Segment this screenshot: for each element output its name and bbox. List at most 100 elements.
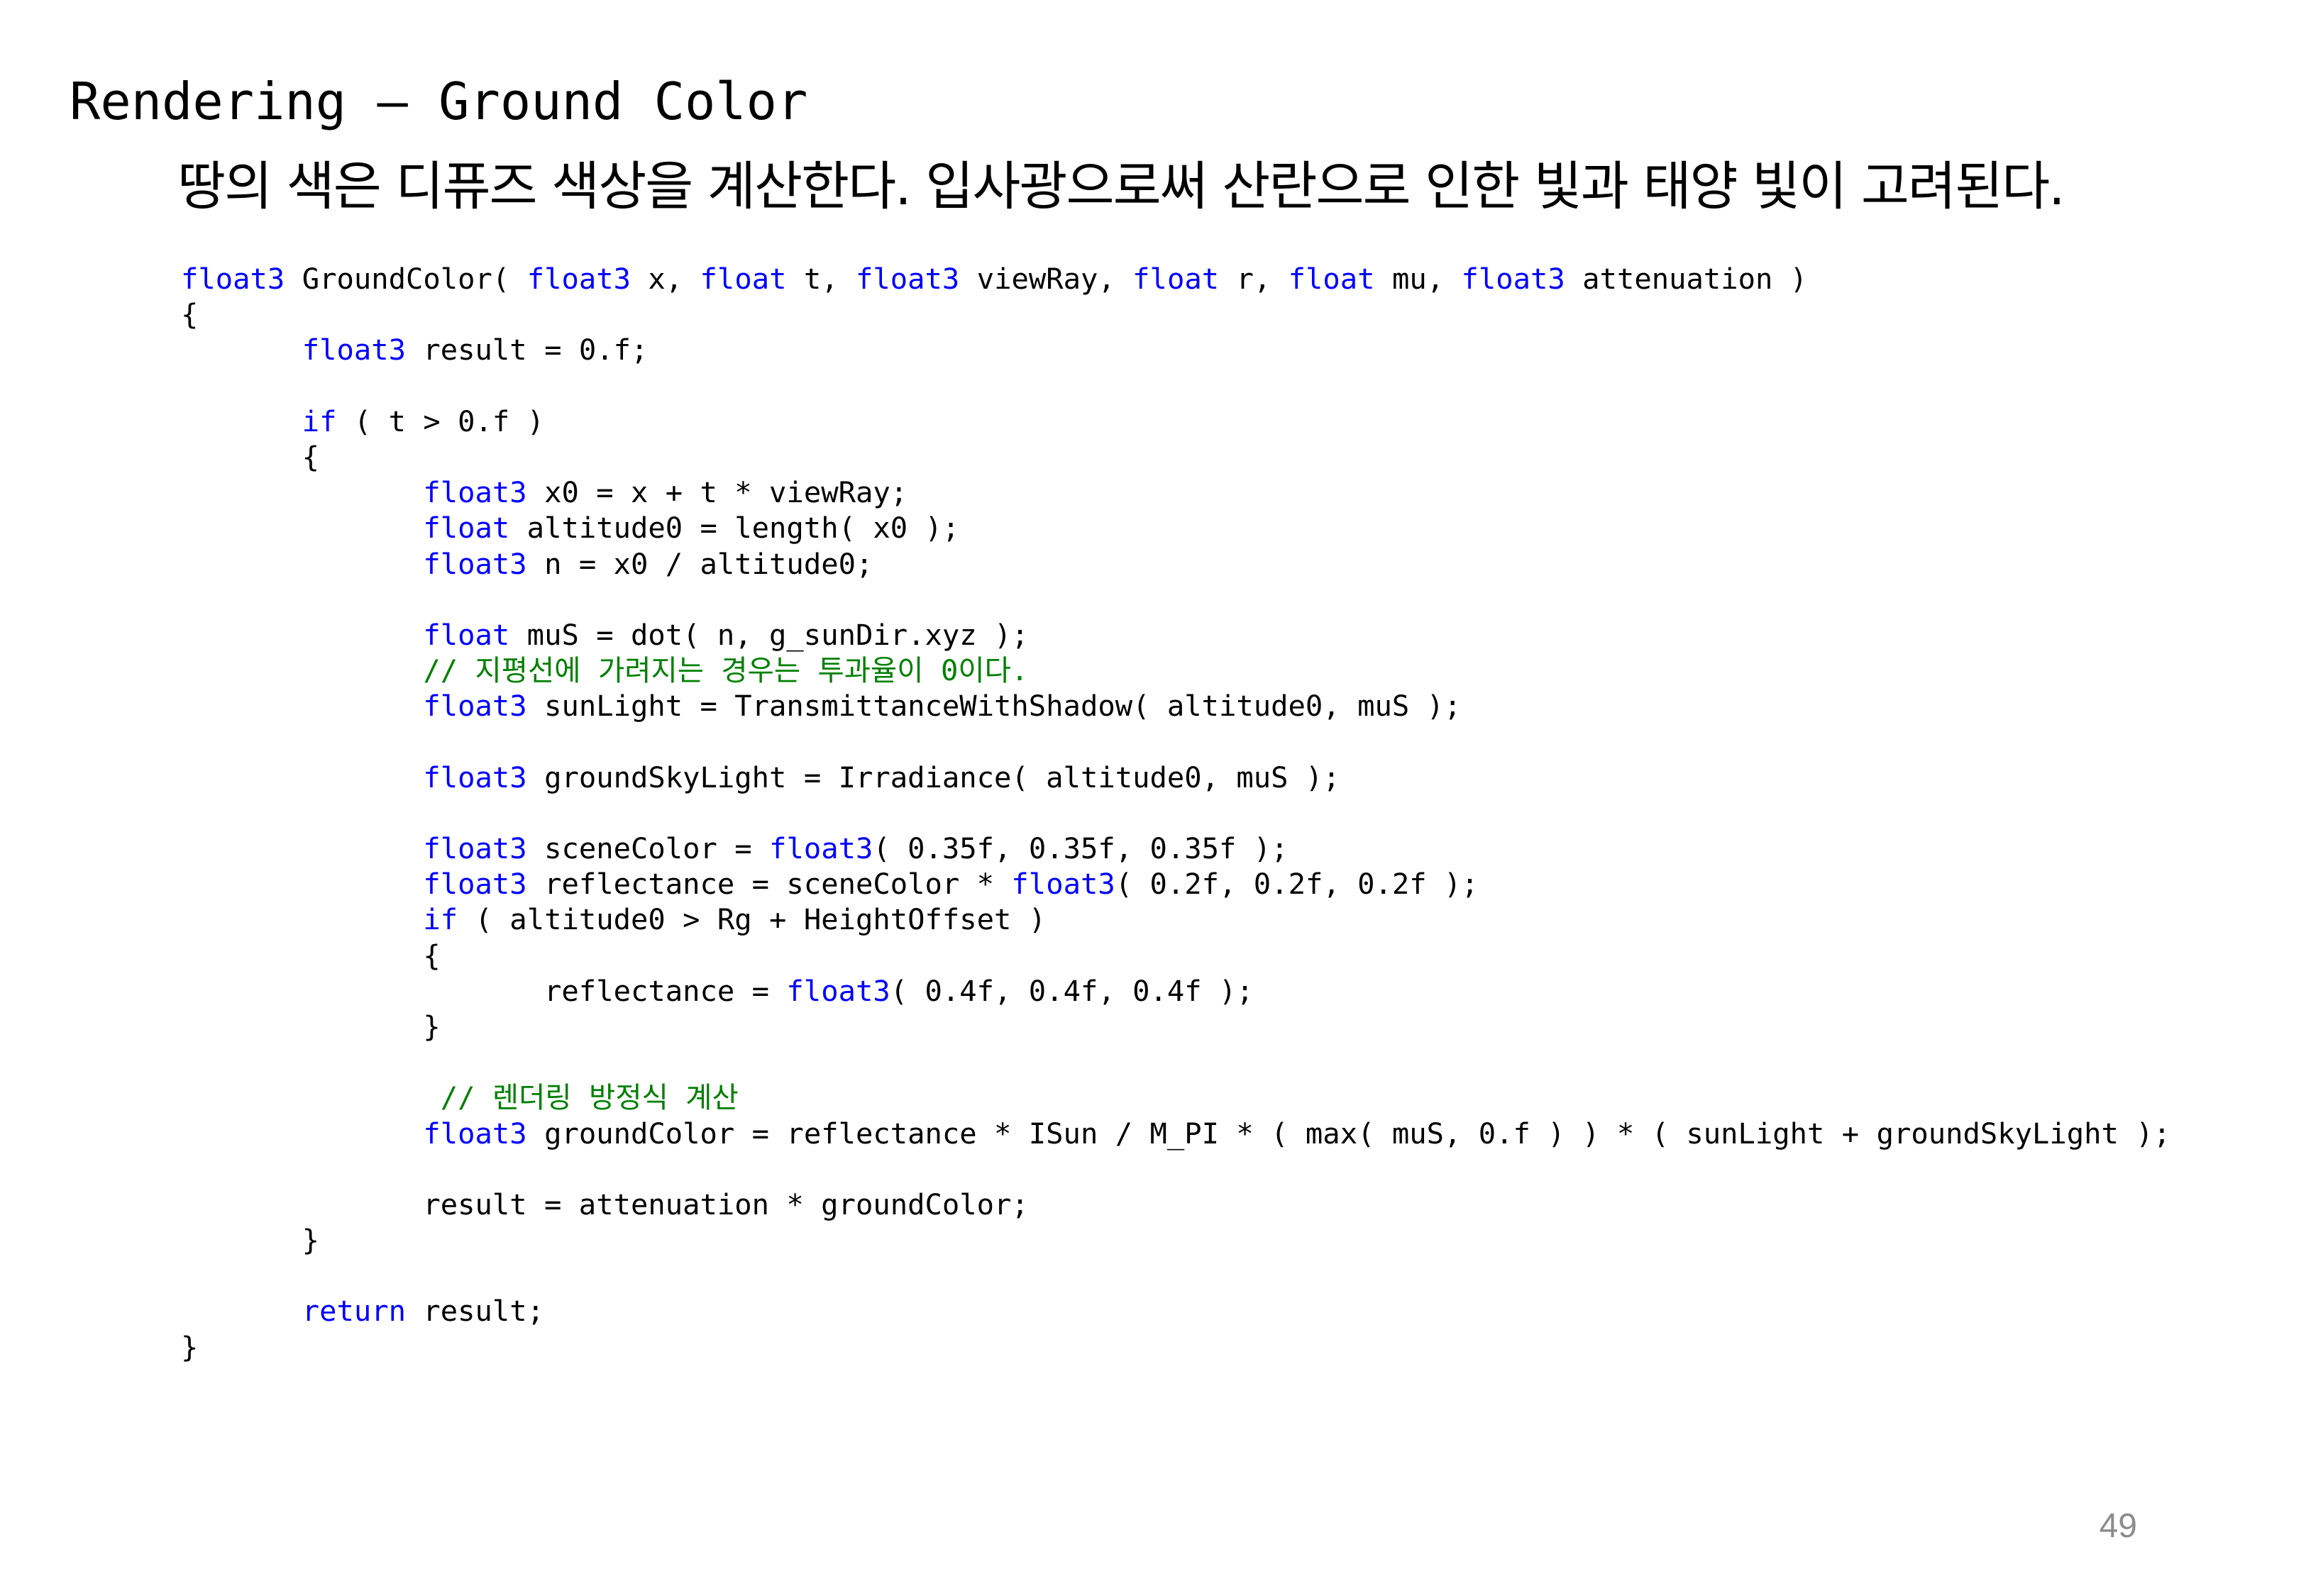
code-text: groundColor = reflectance * ISun / M_PI … xyxy=(526,1116,2171,1151)
code-text: GroundColor( xyxy=(285,262,527,296)
code-keyword: float3 xyxy=(786,973,890,1008)
code-line: ​ xyxy=(181,1258,2170,1293)
code-text: sceneColor = xyxy=(526,831,770,865)
code-text: ( 0.2f, 0.2f, 0.2f ); xyxy=(1115,867,1479,902)
code-text: x, xyxy=(631,262,700,296)
code-text: ( altitude0 > Rg + HeightOffset ) xyxy=(458,902,1047,937)
code-line: float3 sunLight = TransmittanceWithShado… xyxy=(181,688,2170,724)
code-text: muS = dot( n, g_sunDir.xyz ); xyxy=(509,617,1029,652)
code-line: ​ xyxy=(181,1151,2170,1187)
code-line: // 렌더링 방정식 계산 xyxy=(181,1080,2170,1115)
code-text: } xyxy=(181,1223,320,1258)
code-line: { xyxy=(181,439,2170,475)
code-line: float muS = dot( n, g_sunDir.xyz ); xyxy=(181,617,2170,653)
code-keyword: float xyxy=(700,262,787,296)
code-text: result = attenuation * groundColor; xyxy=(181,1187,1029,1221)
code-text: sunLight = TransmittanceWithShadow( alti… xyxy=(526,689,1462,724)
code-keyword: if xyxy=(423,902,458,937)
code-line: if ( t > 0.f ) xyxy=(181,404,2170,439)
slide-title: Rendering – Ground Color xyxy=(70,72,808,131)
code-keyword: float3 xyxy=(423,475,527,510)
code-line: if ( altitude0 > Rg + HeightOffset ) xyxy=(181,902,2170,937)
code-text: ( 0.35f, 0.35f, 0.35f ); xyxy=(873,831,1289,865)
code-line: float3 groundColor = reflectance * ISun … xyxy=(181,1116,2170,1151)
code-line: ​ xyxy=(181,582,2170,617)
code-line: } xyxy=(181,1329,2170,1365)
code-text: ( t > 0.f ) xyxy=(336,404,545,438)
code-line: ​ xyxy=(181,368,2170,404)
code-line: float3 x0 = x + t * viewRay; xyxy=(181,475,2170,510)
code-block: float3 GroundColor( float3 x, float t, f… xyxy=(181,261,2170,1365)
code-text: mu, xyxy=(1374,262,1462,296)
code-keyword: float3 xyxy=(1011,867,1115,902)
code-line: reflectance = float3( 0.4f, 0.4f, 0.4f )… xyxy=(181,973,2170,1009)
code-line: { xyxy=(181,297,2170,332)
code-keyword: float3 xyxy=(526,262,631,296)
slide: Rendering – Ground Color 땅의 색은 디퓨즈 색상을 계… xyxy=(0,0,2306,1596)
code-text: { xyxy=(181,938,441,972)
code-text: { xyxy=(181,439,320,474)
code-line: } xyxy=(181,1222,2170,1258)
code-text: } xyxy=(181,1329,199,1364)
code-text: result = 0.f; xyxy=(406,333,649,367)
code-line: float3 reflectance = sceneColor * float3… xyxy=(181,866,2170,902)
code-line: // 지평선에 가려지는 경우는 투과율이 0이다. xyxy=(181,653,2170,688)
code-line: result = attenuation * groundColor; xyxy=(181,1187,2170,1222)
code-line: ​ xyxy=(181,1044,2170,1080)
code-line: ​ xyxy=(181,724,2170,759)
code-keyword: return xyxy=(302,1294,406,1329)
code-keyword: float3 xyxy=(423,1116,527,1151)
code-text: attenuation ) xyxy=(1565,262,1808,296)
code-text: viewRay, xyxy=(959,262,1133,296)
code-line: float3 n = x0 / altitude0; xyxy=(181,546,2170,582)
code-comment: // 렌더링 방정식 계산 xyxy=(440,1080,739,1115)
code-text: t, xyxy=(786,262,856,296)
code-line: return result; xyxy=(181,1293,2170,1329)
code-line: } xyxy=(181,1009,2170,1044)
code-keyword: float xyxy=(423,617,510,652)
code-text: n = x0 / altitude0; xyxy=(526,546,873,581)
code-text: } xyxy=(181,1009,441,1043)
slide-subtitle: 땅의 색은 디퓨즈 색상을 계산한다. 입사광으로써 산란으로 인한 빛과 태양… xyxy=(177,156,2065,217)
code-keyword: float3 xyxy=(769,831,873,865)
code-text: groundSkyLight = Irradiance( altitude0, … xyxy=(526,760,1340,794)
code-keyword: if xyxy=(302,404,337,438)
code-line: float3 result = 0.f; xyxy=(181,332,2170,367)
code-line: { xyxy=(181,938,2170,973)
code-keyword: float3 xyxy=(302,333,406,367)
code-text: x0 = x + t * viewRay; xyxy=(526,475,908,510)
code-text: altitude0 = length( x0 ); xyxy=(509,511,960,545)
code-keyword: float3 xyxy=(423,831,527,865)
code-text: result; xyxy=(406,1294,545,1329)
code-text: reflectance = xyxy=(181,973,787,1008)
code-keyword: float3 xyxy=(423,867,527,902)
code-keyword: float xyxy=(1132,262,1220,296)
code-keyword: float3 xyxy=(423,760,527,794)
code-keyword: float xyxy=(423,511,510,545)
code-line: float3 GroundColor( float3 x, float t, f… xyxy=(181,261,2170,297)
code-keyword: float3 xyxy=(423,689,527,724)
code-keyword: float3 xyxy=(423,546,527,581)
code-keyword: float3 xyxy=(1461,262,1565,296)
code-keyword: float3 xyxy=(856,262,960,296)
code-text: reflectance = sceneColor * xyxy=(526,867,1012,902)
code-text: { xyxy=(181,297,199,332)
code-comment: // 지평선에 가려지는 경우는 투과율이 0이다. xyxy=(423,653,1029,688)
code-line: float3 sceneColor = float3( 0.35f, 0.35f… xyxy=(181,831,2170,866)
code-line: float altitude0 = length( x0 ); xyxy=(181,510,2170,545)
